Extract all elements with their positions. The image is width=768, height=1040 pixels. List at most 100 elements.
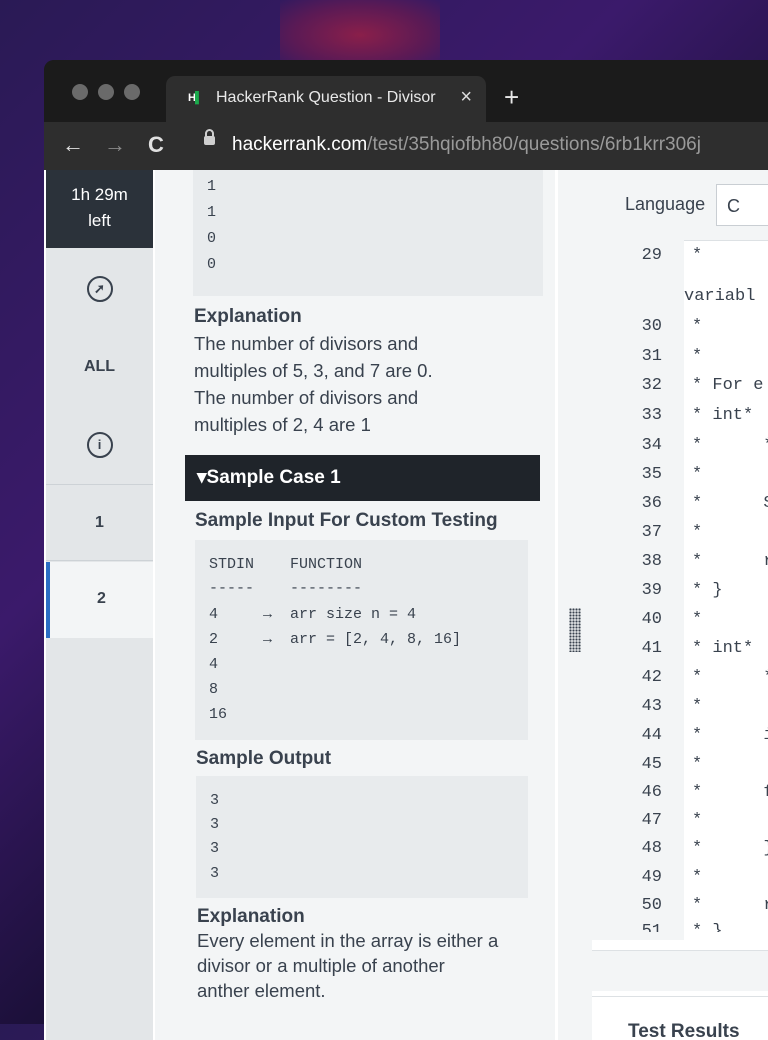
explanation-line: divisor or a multiple of another [197, 955, 445, 976]
new-tab-icon[interactable]: + [504, 84, 519, 110]
all-questions-button[interactable]: ALL [46, 358, 153, 376]
back-arrow-icon[interactable]: ← [62, 132, 84, 158]
url-field[interactable]: hackerrank.com/test/35hqiofbh80/question… [232, 134, 701, 156]
code-line: * [692, 610, 703, 629]
sample-input-heading: Sample Input For Custom Testing [195, 510, 498, 531]
code-line: * * [692, 668, 768, 687]
explanation-heading: Explanation [197, 906, 305, 927]
input-line: STDIN FUNCTION [209, 556, 363, 573]
code-line: * int* [692, 639, 754, 658]
input-line: ----- -------- [209, 580, 363, 597]
code-line: * [692, 347, 703, 366]
line-number: 32 [641, 376, 662, 395]
minimize-window-dot[interactable] [98, 84, 114, 100]
line-number: 37 [641, 523, 662, 542]
output-line: 0 [207, 230, 217, 247]
code-line: * [692, 811, 703, 830]
output-line: 3 [210, 792, 220, 809]
editor-toolbar: Language C [592, 170, 768, 241]
browser-tab[interactable]: H▌ HackerRank Question - Divisor × [166, 76, 486, 122]
compass-button[interactable]: ➚ [46, 276, 153, 302]
explanation-line: anther element. [197, 980, 326, 1001]
pane-splitter[interactable] [558, 170, 592, 1040]
line-number: 41 [641, 639, 662, 658]
question-1-tab[interactable]: 1 [46, 514, 153, 532]
sidebar-divider [46, 560, 153, 561]
line-number: 43 [641, 697, 662, 716]
maximize-window-dot[interactable] [124, 84, 140, 100]
tab-title: HackerRank Question - Divisor [216, 89, 436, 106]
code-line: * i [692, 726, 768, 745]
line-number: 36 [641, 494, 662, 513]
problem-statement: 1 1 0 0 Explanation The number of diviso… [155, 170, 555, 1040]
code-line: * [692, 465, 703, 484]
line-number: 44 [641, 726, 662, 745]
line-number: 51 [641, 922, 662, 932]
code-line: * r [692, 552, 768, 571]
explanation-line: multiples of 2, 4 are 1 [194, 414, 371, 435]
sample-input-box: STDIN FUNCTION ----- -------- 4 → arr si… [195, 540, 528, 740]
tab-close-icon[interactable]: × [460, 86, 472, 109]
input-line: 16 [209, 706, 228, 723]
forward-arrow-icon[interactable]: → [104, 132, 126, 158]
output-line: 3 [210, 840, 220, 857]
input-line: 2 → arr = [2, 4, 8, 16] [209, 631, 462, 648]
line-number: 30 [641, 317, 662, 336]
output-line: 3 [210, 865, 220, 882]
code-line: * [692, 755, 703, 774]
output-line: 0 [207, 256, 217, 273]
line-number: 35 [641, 465, 662, 484]
code-line: * [692, 317, 703, 336]
input-line: 4 → arr size n = 4 [209, 606, 417, 623]
sample-output-box: 3 3 3 3 [196, 776, 528, 898]
line-number: 29 [641, 246, 662, 265]
hackerrank-page: 1h 29m left ➚ ALL i 1 2 1 1 0 0 Explanat… [44, 170, 768, 1040]
code-line: * S [692, 494, 768, 513]
code-line: * } [692, 581, 723, 600]
code-line: * [692, 523, 703, 542]
explanation-line: The number of divisors and [194, 387, 419, 408]
time-remaining: 1h 29m left [46, 170, 153, 248]
question-2-tab[interactable]: 2 [46, 562, 153, 638]
address-bar-row: ← → C hackerrank.com/test/35hqiofbh80/qu… [44, 122, 768, 171]
input-line: 4 [209, 656, 219, 673]
line-number: 40 [641, 610, 662, 629]
language-select[interactable]: C [716, 184, 768, 226]
input-line: 8 [209, 681, 219, 698]
reload-icon[interactable]: C [148, 132, 164, 158]
code-line: * For e [692, 376, 764, 395]
lock-icon [204, 129, 215, 145]
output-line: 1 [207, 204, 217, 221]
code-line: * [692, 697, 703, 716]
explanation-text: The number of divisors and multiples of … [194, 330, 433, 438]
sample-case-1-header[interactable]: ▾Sample Case 1 [185, 455, 540, 501]
code-line: * } [692, 839, 768, 858]
timer-suffix: left [88, 211, 111, 230]
explanation-line: The number of divisors and [194, 333, 419, 354]
code-line: * f [692, 783, 768, 802]
line-number: 42 [641, 668, 662, 687]
line-number: 48 [641, 839, 662, 858]
previous-output-box: 1 1 0 0 [193, 170, 543, 296]
code-line: * [692, 246, 703, 265]
code-line: * int* [692, 406, 754, 425]
line-number: 45 [641, 755, 662, 774]
output-line: 1 [207, 178, 217, 195]
sample-output-heading: Sample Output [196, 748, 332, 769]
explanation-text: Every element in the array is either a d… [197, 928, 498, 1003]
drag-handle-icon[interactable] [569, 608, 581, 652]
close-window-dot[interactable] [72, 84, 88, 100]
test-results-panel: Test Results [592, 996, 768, 1040]
info-button[interactable]: i [46, 432, 153, 458]
browser-window: H▌ HackerRank Question - Divisor × + ← →… [44, 60, 768, 1040]
output-line: 3 [210, 816, 220, 833]
editor-footer [592, 950, 768, 991]
info-icon: i [86, 432, 113, 458]
code-line: * } [692, 922, 723, 932]
timer-value: 1h 29m [71, 185, 128, 204]
line-number: 39 [641, 581, 662, 600]
line-number: 50 [641, 896, 662, 915]
url-path: /test/35hqiofbh80/questions/6rb1krr306j [367, 134, 701, 155]
hackerrank-favicon-icon: H▌ [188, 92, 203, 104]
line-number: 31 [641, 347, 662, 366]
